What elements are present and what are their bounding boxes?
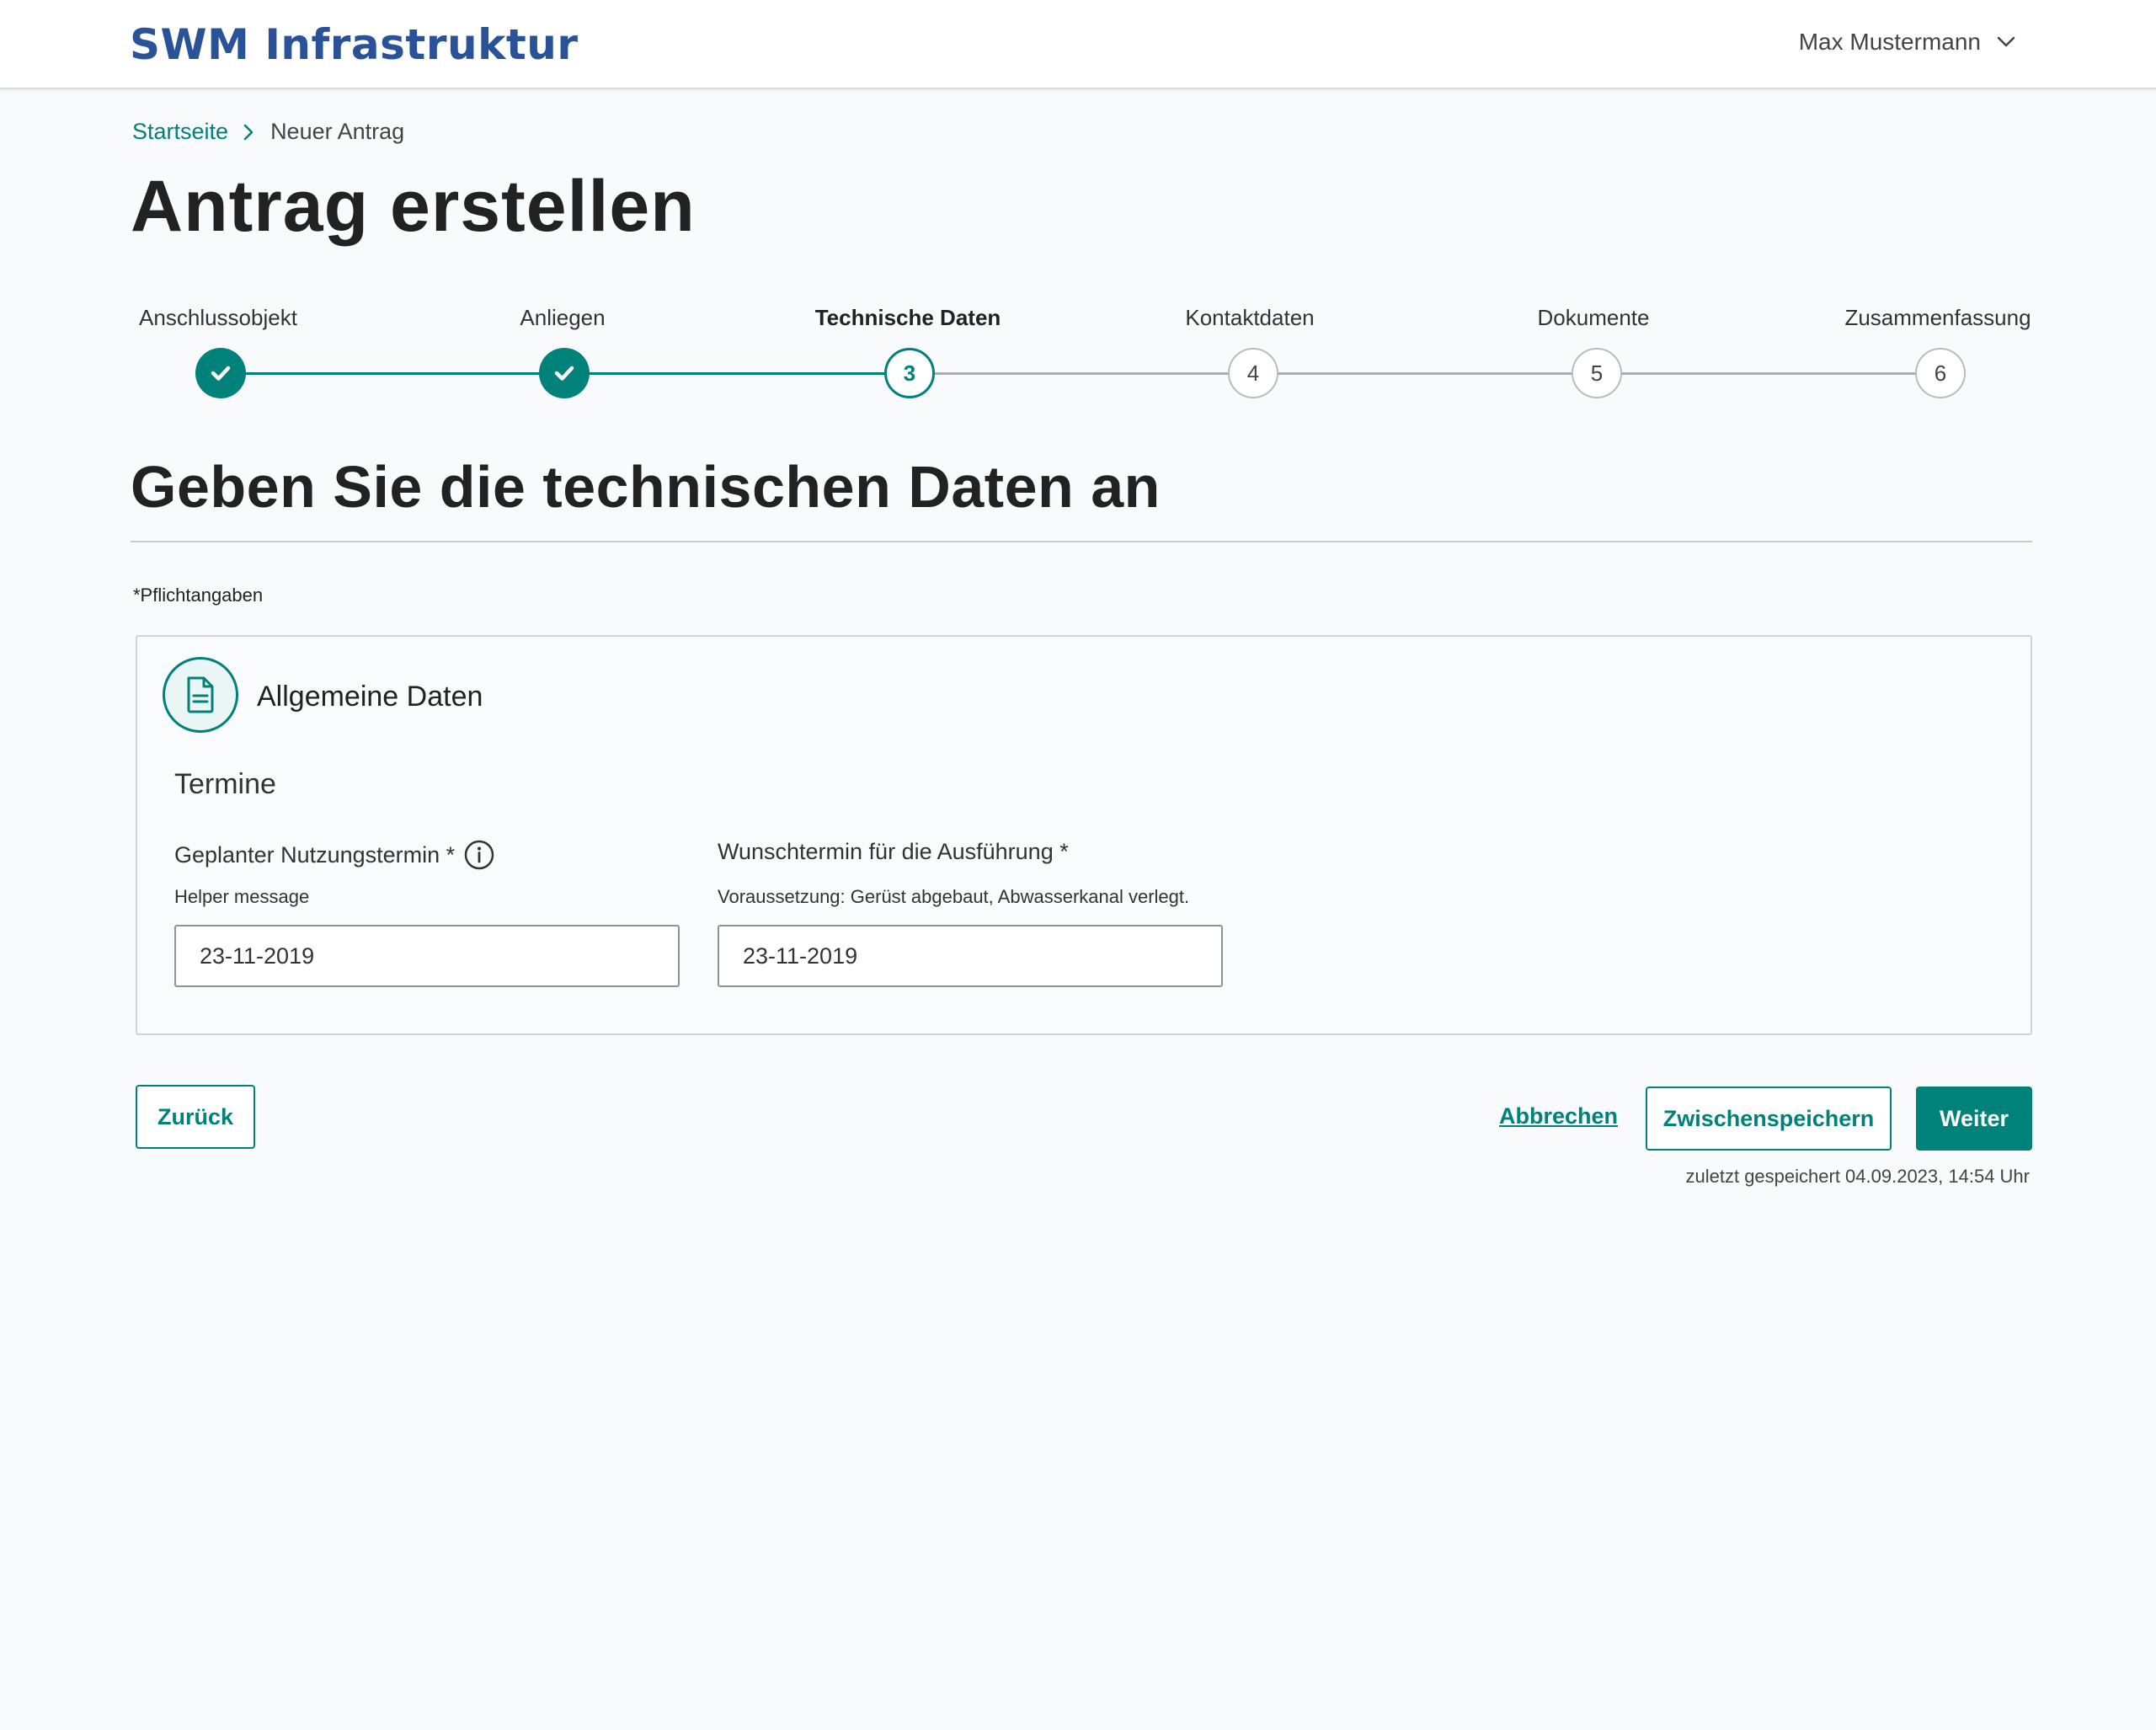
general-data-card: Allgemeine Daten Termine Geplanter Nutzu… [136,635,2032,1035]
step-6-pending: 6 [1915,348,1966,398]
group-title: Termine [174,768,276,800]
field-label-planned-date: Geplanter Nutzungstermin * [174,839,495,871]
step-label-technische-daten: Technische Daten [814,305,1001,330]
step-label-zusammenfassung: Zusammenfassung [1844,305,2031,330]
step-connector [1597,372,1940,375]
back-button[interactable]: Zurück [136,1085,255,1149]
document-icon [163,657,238,733]
step-label-kontaktdaten: Kontaktdaten [1185,305,1315,330]
card-title: Allgemeine Daten [257,681,483,713]
section-title: Geben Sie die technischen Daten an [131,454,1161,520]
section-divider [131,541,2032,542]
checkmark-icon [211,366,231,381]
next-button[interactable]: Weiter [1916,1087,2032,1151]
desired-date-label: Wunschtermin für die Ausführung * [718,839,1069,864]
required-fields-note: *Pflichtangaben [133,585,264,606]
last-saved-timestamp: zuletzt gespeichert 04.09.2023, 14:54 Uh… [1685,1166,2031,1187]
step-connector [910,372,1253,375]
field-label-desired-date: Wunschtermin für die Ausführung * [718,839,1069,865]
helper-text: Voraussetzung: Gerüst abgebaut, Abwasser… [718,886,1190,907]
planned-date-input[interactable]: 23-11-2019 [174,925,680,987]
planned-date-label: Geplanter Nutzungstermin * [174,841,456,868]
step-label-dokumente: Dokumente [1537,305,1650,330]
cancel-link[interactable]: Abbrechen [1499,1087,1618,1145]
helper-text: Helper message [174,886,310,907]
step-label-anliegen: Anliegen [520,305,606,330]
step-connector [221,372,564,375]
save-draft-button[interactable]: Zwischenspeichern [1646,1087,1892,1151]
step-1-completed[interactable] [195,348,246,398]
step-4-pending: 4 [1228,348,1278,398]
step-connector [564,372,910,375]
info-icon[interactable] [463,839,495,871]
step-5-pending: 5 [1572,348,1622,398]
progress-stepper: Anschlussobjekt Anliegen Technische Date… [0,0,2156,421]
step-label-anschlussobjekt: Anschlussobjekt [139,305,297,330]
desired-date-input[interactable]: 23-11-2019 [718,925,1223,987]
checkmark-icon [554,366,574,381]
step-connector [1253,372,1597,375]
step-3-current: 3 [884,348,935,398]
step-2-completed[interactable] [539,348,590,398]
